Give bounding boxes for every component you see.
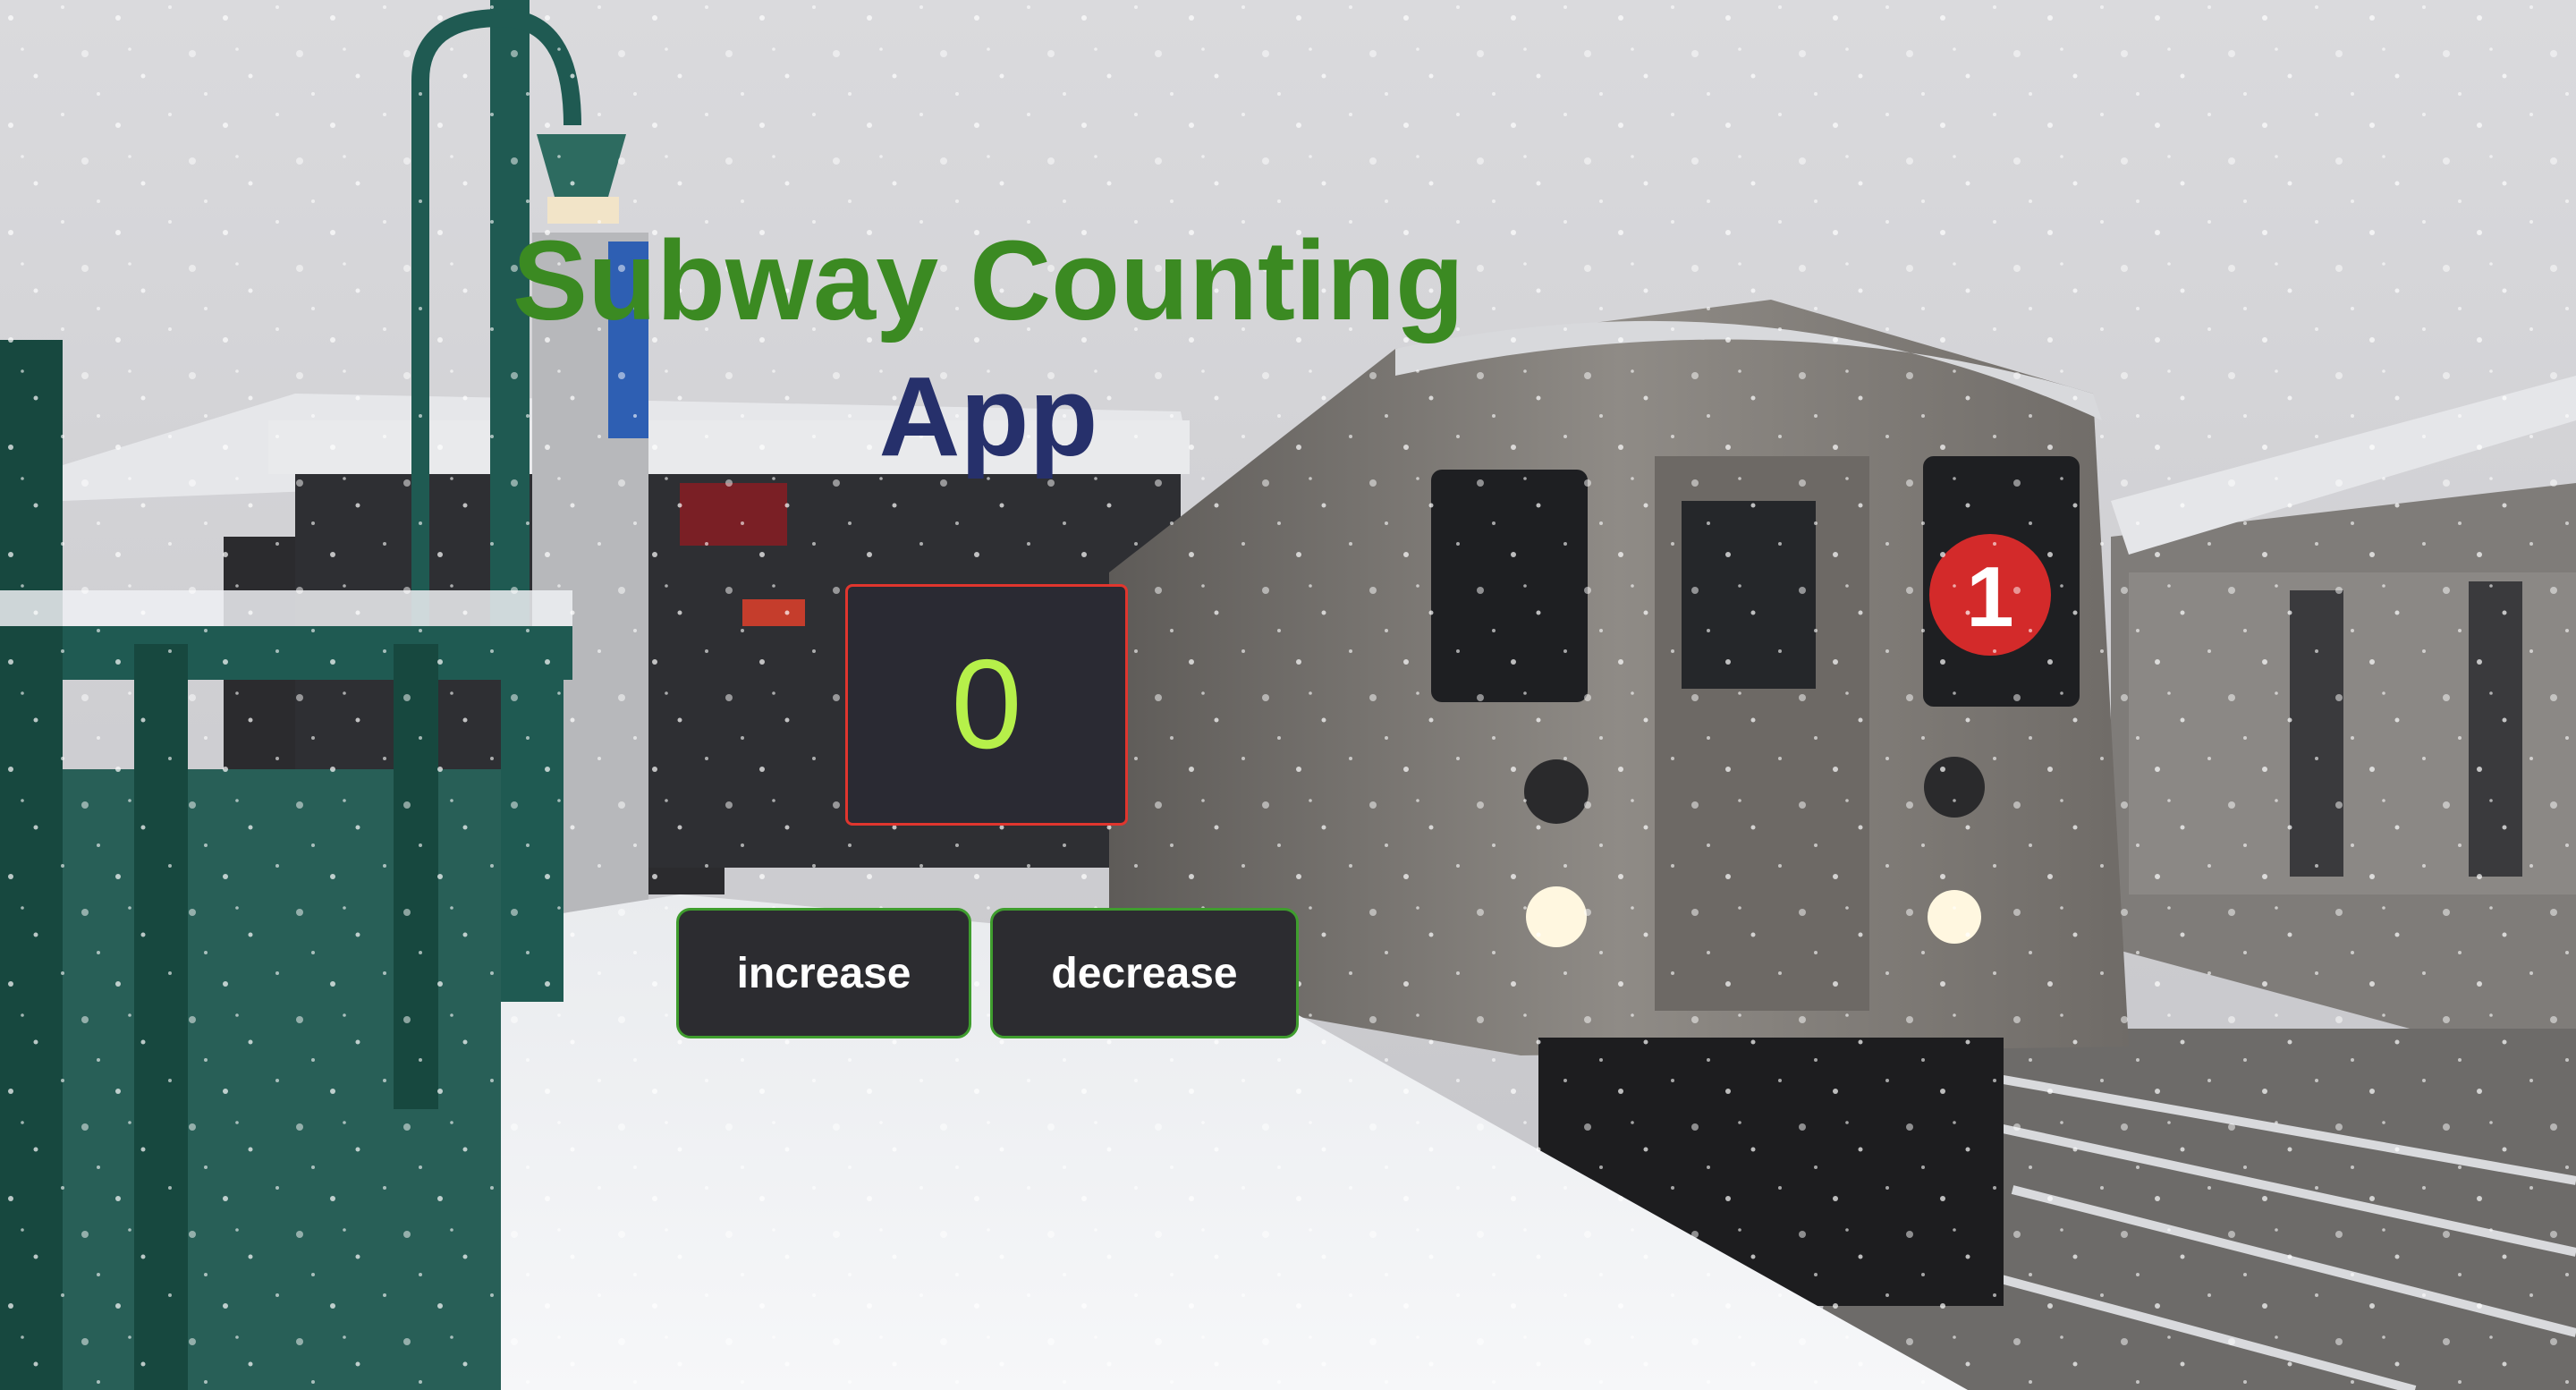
count-display: 0 <box>845 584 1128 826</box>
app-title-line-2: App <box>878 353 1098 479</box>
count-value: 0 <box>951 633 1022 776</box>
app-title: Subway Counting App <box>501 213 1476 485</box>
decrease-button[interactable]: decrease <box>990 908 1299 1038</box>
counter-app: Subway Counting App 0 increase decrease <box>0 0 2576 1390</box>
increase-button[interactable]: increase <box>676 908 971 1038</box>
app-title-line-1: Subway Counting <box>513 217 1464 343</box>
